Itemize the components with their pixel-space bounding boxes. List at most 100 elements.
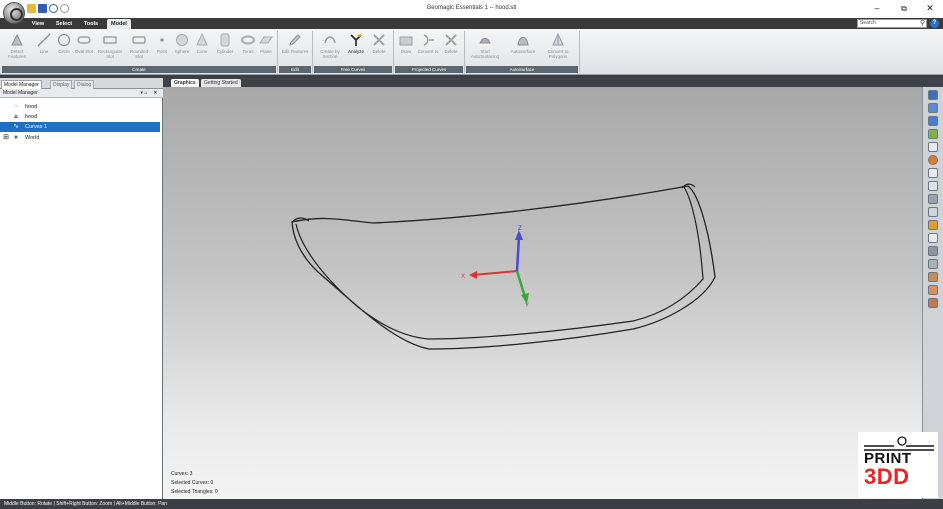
cylinder-button[interactable]: Cylinder bbox=[212, 31, 238, 65]
panel-header: Model Manager ▾ ⌂ ✕ bbox=[0, 89, 163, 98]
close-icon[interactable]: ✕ bbox=[152, 89, 159, 98]
pan-icon[interactable] bbox=[928, 181, 938, 191]
plane-button[interactable]: Plane bbox=[257, 31, 275, 65]
rounded-slot-button[interactable]: Rounded Slot bbox=[126, 31, 152, 65]
rectangular-slot-button[interactable]: Rectangular Slot bbox=[96, 31, 124, 65]
oval-slot-icon bbox=[77, 36, 91, 44]
plane-icon bbox=[259, 36, 273, 44]
line-icon bbox=[37, 33, 51, 47]
tab-dialog[interactable]: Dialog bbox=[74, 80, 95, 89]
ribbon-tab-bar: View Select Tools Model bbox=[0, 18, 943, 29]
rotate-icon[interactable] bbox=[928, 194, 938, 204]
shading-icon[interactable] bbox=[928, 155, 938, 165]
minimize-button[interactable]: – bbox=[868, 2, 886, 15]
status-bar: Middle Button: Rotate | Shift+Right Butt… bbox=[0, 499, 943, 509]
circle-button[interactable]: Circle bbox=[54, 31, 74, 65]
graphics-viewport[interactable]: X Z Y Curves: 3 Selected Curves: 0 Selec… bbox=[163, 87, 922, 499]
axis-label-z: Z bbox=[518, 226, 522, 232]
lighting-icon[interactable] bbox=[928, 285, 938, 295]
group-label-edit: Edit bbox=[279, 66, 311, 73]
convert-to-polygons-button[interactable]: Convert to Polygons bbox=[541, 31, 575, 65]
tree-item-label: hood bbox=[25, 114, 38, 120]
app-menu-button[interactable] bbox=[3, 2, 25, 24]
measure-icon[interactable] bbox=[928, 233, 938, 243]
tab-model-manager[interactable]: Model Manager bbox=[1, 80, 42, 89]
draw-button[interactable]: Draw bbox=[396, 31, 416, 65]
panel-title: Model Manager bbox=[3, 90, 38, 96]
create-by-section-button[interactable]: Create by Section bbox=[315, 31, 345, 65]
view-iso-icon[interactable] bbox=[928, 116, 938, 126]
group-label-free-curves: Free Curves bbox=[314, 66, 392, 73]
analyze-button[interactable]: Analyze bbox=[345, 31, 367, 65]
delete-projected-curves-button[interactable]: Delete bbox=[440, 31, 462, 65]
axis-triad: X Z Y bbox=[461, 226, 529, 309]
color-icon[interactable] bbox=[928, 298, 938, 308]
select-icon[interactable] bbox=[928, 207, 938, 217]
tree-item-curves-1[interactable]: ∿ Curves 1 bbox=[0, 122, 160, 132]
cone-button[interactable]: Cone bbox=[193, 31, 211, 65]
search-input[interactable]: Search bbox=[857, 19, 927, 28]
tab-getting-started[interactable]: Getting Started bbox=[201, 79, 241, 87]
stat-selected-triangles: Selected Triangles: 0 bbox=[171, 489, 218, 495]
edit-features-button[interactable]: Edit Features bbox=[280, 31, 310, 65]
expand-icon[interactable]: ⊞ bbox=[2, 134, 10, 142]
close-button[interactable]: ✕ bbox=[921, 2, 939, 15]
line-button[interactable]: Line bbox=[34, 31, 54, 65]
convert-to-button[interactable]: Convert to bbox=[417, 31, 439, 65]
stat-curves: Curves: 3 bbox=[171, 471, 193, 477]
3d-scene[interactable]: X Z Y bbox=[163, 87, 922, 499]
cone-icon bbox=[196, 33, 208, 46]
delete-free-curves-button[interactable]: Delete bbox=[368, 31, 390, 65]
lasso-icon[interactable] bbox=[928, 220, 938, 230]
grid-icon[interactable] bbox=[928, 168, 938, 178]
tab-select[interactable]: Select bbox=[53, 19, 75, 29]
hood-curve-inner[interactable] bbox=[295, 186, 704, 340]
tree-item-world[interactable]: ⊞ ● World bbox=[0, 133, 160, 143]
sphere-button[interactable]: Sphere bbox=[171, 31, 193, 65]
tree-item-hood-points[interactable]: ⁘ hood bbox=[0, 102, 160, 112]
restore-button[interactable]: ⧉ bbox=[895, 2, 913, 15]
oval-slot-button[interactable]: Oval Slot bbox=[73, 31, 95, 65]
delete-icon bbox=[373, 34, 385, 46]
autosurface-button[interactable]: AutoSurface bbox=[506, 31, 540, 65]
ribbon: Detect Features Line Circle Oval Slot Re… bbox=[0, 29, 943, 75]
print3dd-logo: PRINT 3DD bbox=[858, 432, 938, 498]
group-label-projected-curves: Projected Curves bbox=[395, 66, 463, 73]
tree-item-label: hood bbox=[25, 104, 38, 110]
hood-curve-outer[interactable] bbox=[291, 185, 716, 350]
autosurface-start-icon bbox=[479, 38, 491, 44]
pin-icon[interactable]: ▾ ⌂ bbox=[138, 89, 150, 98]
zoom-icon[interactable] bbox=[928, 142, 938, 152]
tab-display[interactable]: Display bbox=[50, 80, 73, 89]
view-front-icon[interactable] bbox=[928, 103, 938, 113]
tab-graphics[interactable]: Graphics bbox=[171, 79, 199, 87]
tree-item-label: World bbox=[25, 135, 40, 141]
analyze-icon bbox=[350, 34, 362, 46]
point-button[interactable]: Point bbox=[153, 31, 171, 65]
polygons-icon bbox=[552, 33, 564, 46]
group-separator bbox=[464, 31, 465, 72]
torus-button[interactable]: Torus bbox=[238, 31, 258, 65]
start-autosurfacing-button[interactable]: Start AutoSurfacing bbox=[467, 31, 503, 65]
document-tab-bar: Graphics Getting Started bbox=[163, 78, 943, 87]
tab-model[interactable]: Model bbox=[107, 19, 131, 29]
material-icon[interactable] bbox=[928, 272, 938, 282]
delete-icon bbox=[445, 34, 457, 46]
help-icon[interactable]: ? bbox=[930, 19, 939, 28]
cylinder-icon bbox=[220, 33, 230, 47]
globe-icon: ● bbox=[13, 134, 19, 141]
title-bar: Geomagic Essentials 1 -- hood.stl – ⧉ ✕ bbox=[0, 0, 943, 24]
view-fit-icon[interactable] bbox=[928, 90, 938, 100]
tab-tools[interactable]: Tools bbox=[81, 19, 101, 29]
section-view-icon[interactable] bbox=[928, 259, 938, 269]
clip-icon[interactable] bbox=[928, 246, 938, 256]
tab-view[interactable]: View bbox=[28, 19, 48, 29]
autosurface-icon bbox=[517, 37, 529, 46]
rounded-slot-icon bbox=[132, 36, 146, 44]
tree-item-hood-mesh[interactable]: ▲ hood bbox=[0, 112, 160, 122]
view-top-icon[interactable] bbox=[928, 129, 938, 139]
search-icon[interactable]: ⚲ bbox=[918, 19, 927, 28]
detect-features-button[interactable]: Detect Features bbox=[4, 31, 30, 65]
point-cloud-icon: ⁘ bbox=[13, 103, 19, 110]
rectangular-slot-icon bbox=[103, 36, 117, 44]
